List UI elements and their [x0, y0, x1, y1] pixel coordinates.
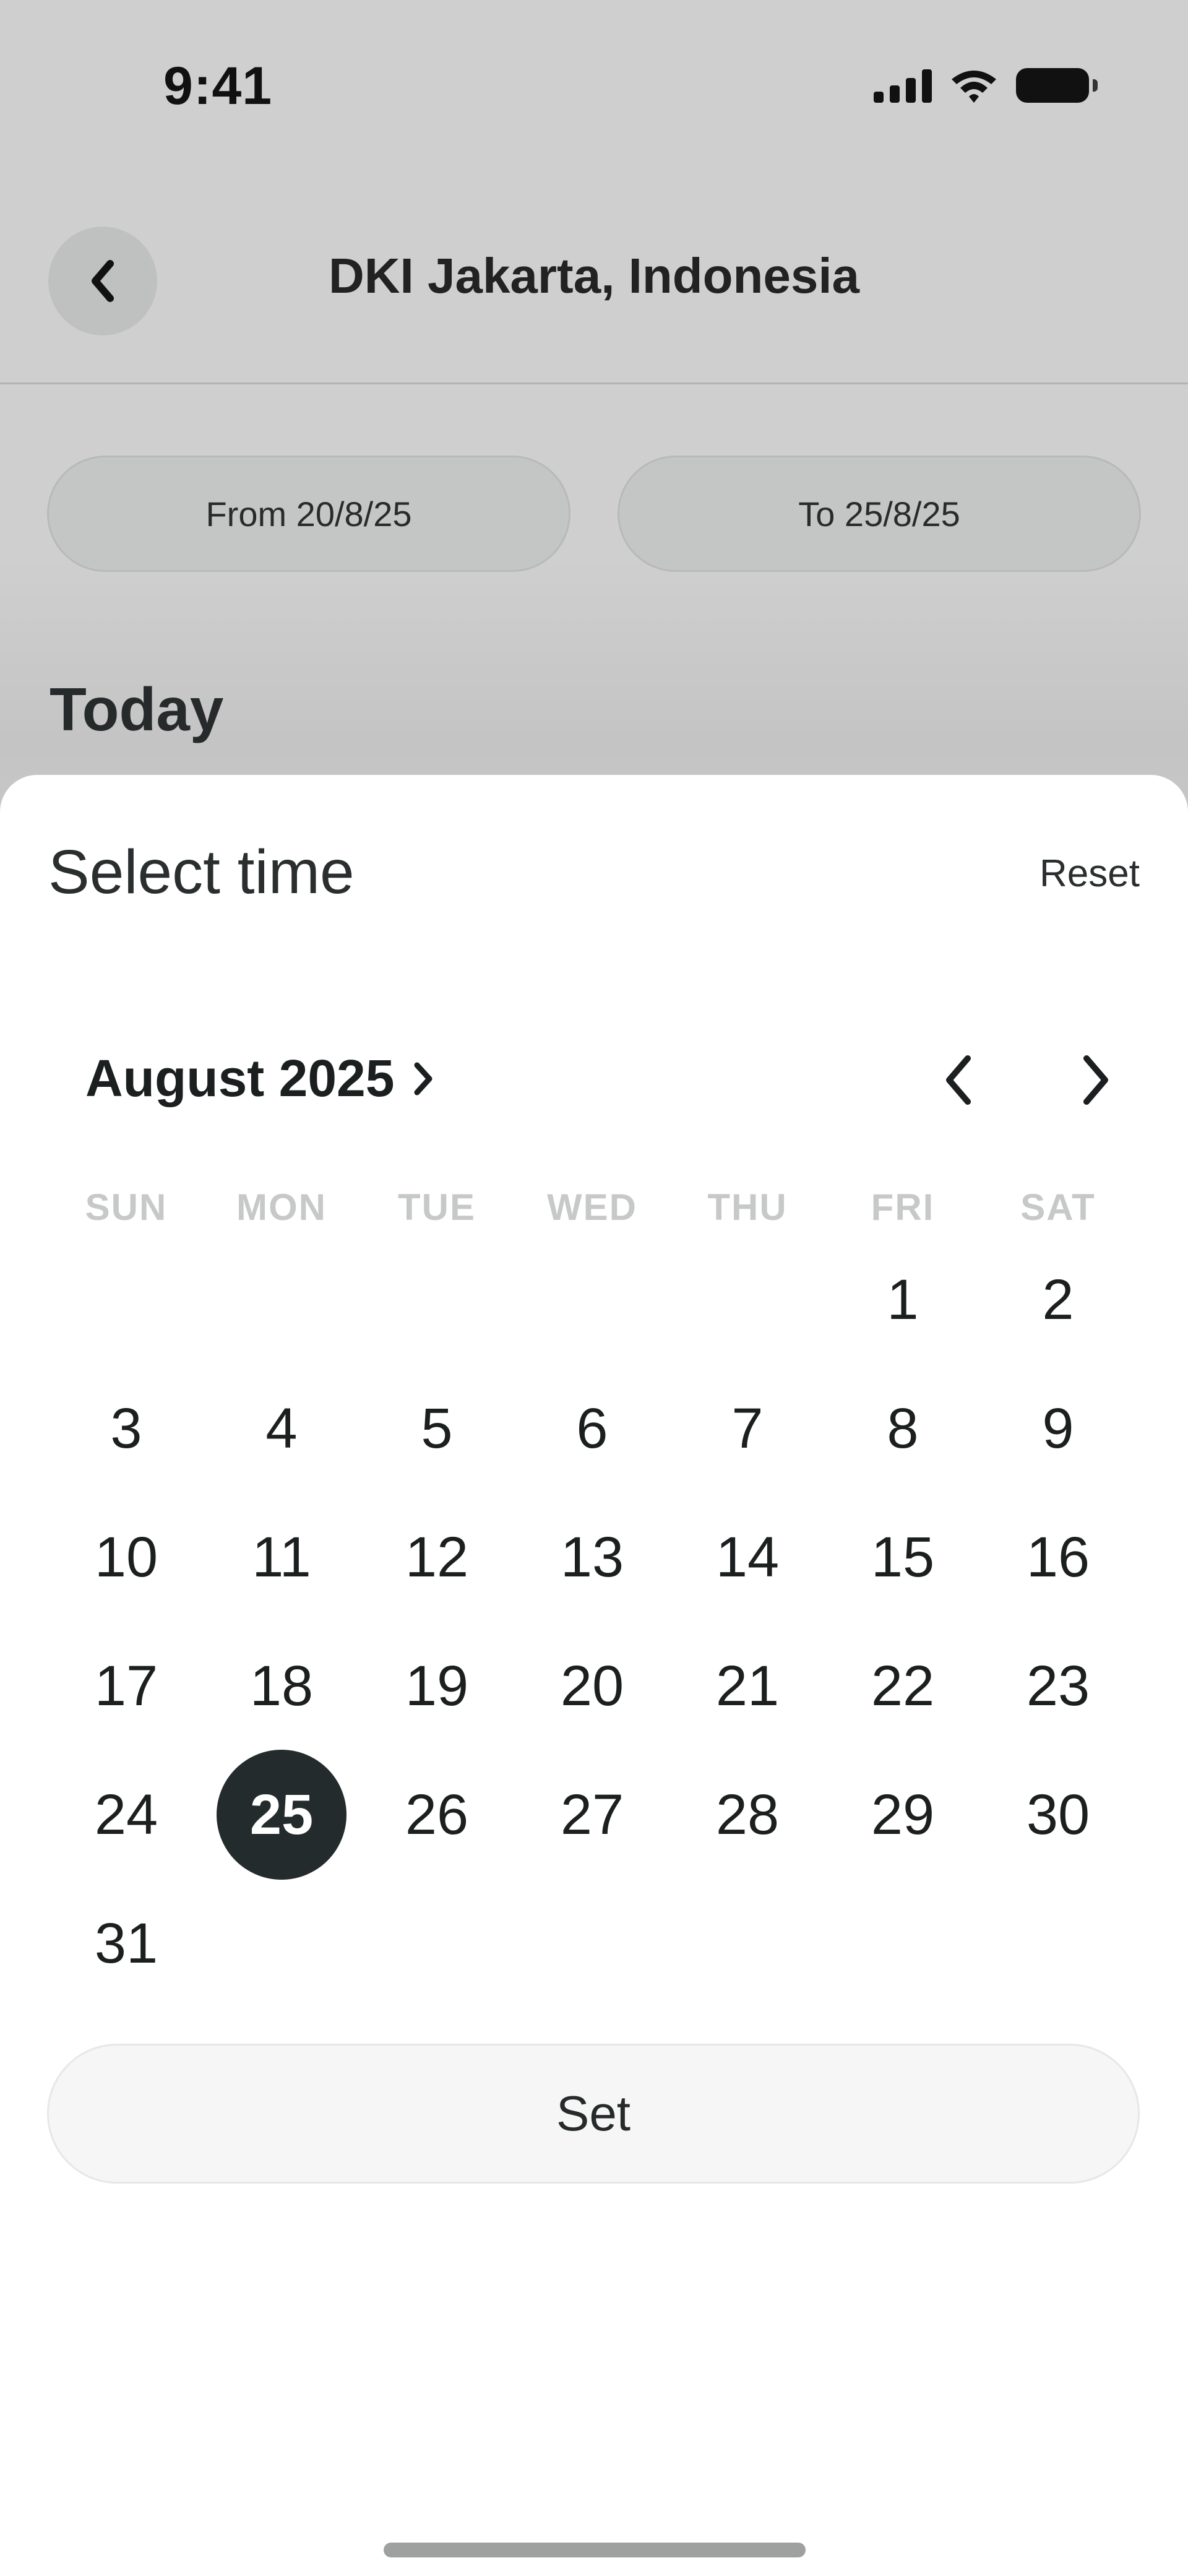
calendar-day[interactable]: 8: [838, 1364, 968, 1493]
calendar-day[interactable]: 7: [682, 1364, 812, 1493]
calendar-day[interactable]: 10: [61, 1492, 191, 1622]
calendar-day[interactable]: 9: [993, 1364, 1123, 1493]
wifi-icon: [952, 71, 996, 103]
weekday-label: TUE: [398, 1186, 476, 1228]
calendar-day[interactable]: 31: [61, 1878, 191, 2008]
weekday-label: THU: [707, 1186, 788, 1228]
calendar-day[interactable]: 20: [527, 1621, 657, 1751]
calendar-day[interactable]: 17: [61, 1621, 191, 1751]
calendar-day-selected[interactable]: 25: [217, 1750, 346, 1880]
calendar-day[interactable]: 13: [527, 1492, 657, 1622]
calendar-day[interactable]: 11: [217, 1492, 346, 1622]
calendar-day[interactable]: 1: [838, 1235, 968, 1365]
chevron-right-icon: [414, 1062, 432, 1095]
weekday-label: FRI: [871, 1186, 935, 1228]
page-title: DKI Jakarta, Indonesia: [328, 248, 860, 303]
today-heading: Today: [50, 675, 224, 743]
calendar-day[interactable]: 29: [838, 1750, 968, 1880]
to-date-filter[interactable]: To 25/8/25: [618, 456, 1141, 572]
calendar-day[interactable]: 21: [682, 1621, 812, 1751]
status-icons: [874, 67, 1098, 104]
calendar-day[interactable]: 3: [61, 1364, 191, 1493]
calendar-day[interactable]: 16: [993, 1492, 1123, 1622]
chevron-right-icon: [1083, 1055, 1108, 1105]
calendar-day[interactable]: 12: [372, 1492, 502, 1622]
from-date-filter[interactable]: From 20/8/25: [47, 456, 570, 572]
weekday-label: SAT: [1020, 1186, 1096, 1228]
calendar-day[interactable]: 15: [838, 1492, 968, 1622]
calendar-day[interactable]: 24: [61, 1750, 191, 1880]
weekday-label: WED: [547, 1186, 637, 1228]
weekday-label: SUN: [85, 1186, 168, 1228]
calendar-day[interactable]: 4: [217, 1364, 346, 1493]
calendar-day[interactable]: 22: [838, 1621, 968, 1751]
date-picker-sheet: Select time Reset August 2025 SUN MON TUE W…: [0, 775, 1188, 2576]
calendar-day[interactable]: 30: [993, 1750, 1123, 1880]
sheet-title: Select time: [48, 837, 355, 907]
calendar-day[interactable]: 6: [527, 1364, 657, 1493]
calendar-day[interactable]: 23: [993, 1621, 1123, 1751]
calendar-day[interactable]: 18: [217, 1621, 346, 1751]
calendar-day[interactable]: 14: [682, 1492, 812, 1622]
chevron-left-icon: [946, 1055, 971, 1105]
calendar-day[interactable]: 19: [372, 1621, 502, 1751]
month-label: August 2025: [85, 1049, 395, 1107]
calendar-day[interactable]: 2: [993, 1235, 1123, 1365]
month-selector[interactable]: August 2025: [85, 1048, 437, 1109]
background-screen: 9:41 DKI Jakarta, Indonesia From 20/8/25…: [0, 0, 1188, 842]
status-time: 9:41: [163, 56, 273, 116]
home-indicator: [384, 2543, 806, 2557]
reset-button[interactable]: Reset: [1040, 852, 1140, 896]
calendar-day[interactable]: 27: [527, 1750, 657, 1880]
weekday-label: MON: [236, 1186, 327, 1228]
signal-icon: [874, 68, 932, 103]
set-button[interactable]: Set: [47, 2044, 1140, 2184]
header-divider: [0, 383, 1188, 384]
next-month-button[interactable]: [1061, 1046, 1129, 1114]
battery-icon: [1016, 68, 1098, 103]
previous-month-button[interactable]: [925, 1046, 993, 1114]
calendar-day[interactable]: 28: [682, 1750, 812, 1880]
calendar-day[interactable]: 5: [372, 1364, 502, 1493]
calendar-day[interactable]: 26: [372, 1750, 502, 1880]
